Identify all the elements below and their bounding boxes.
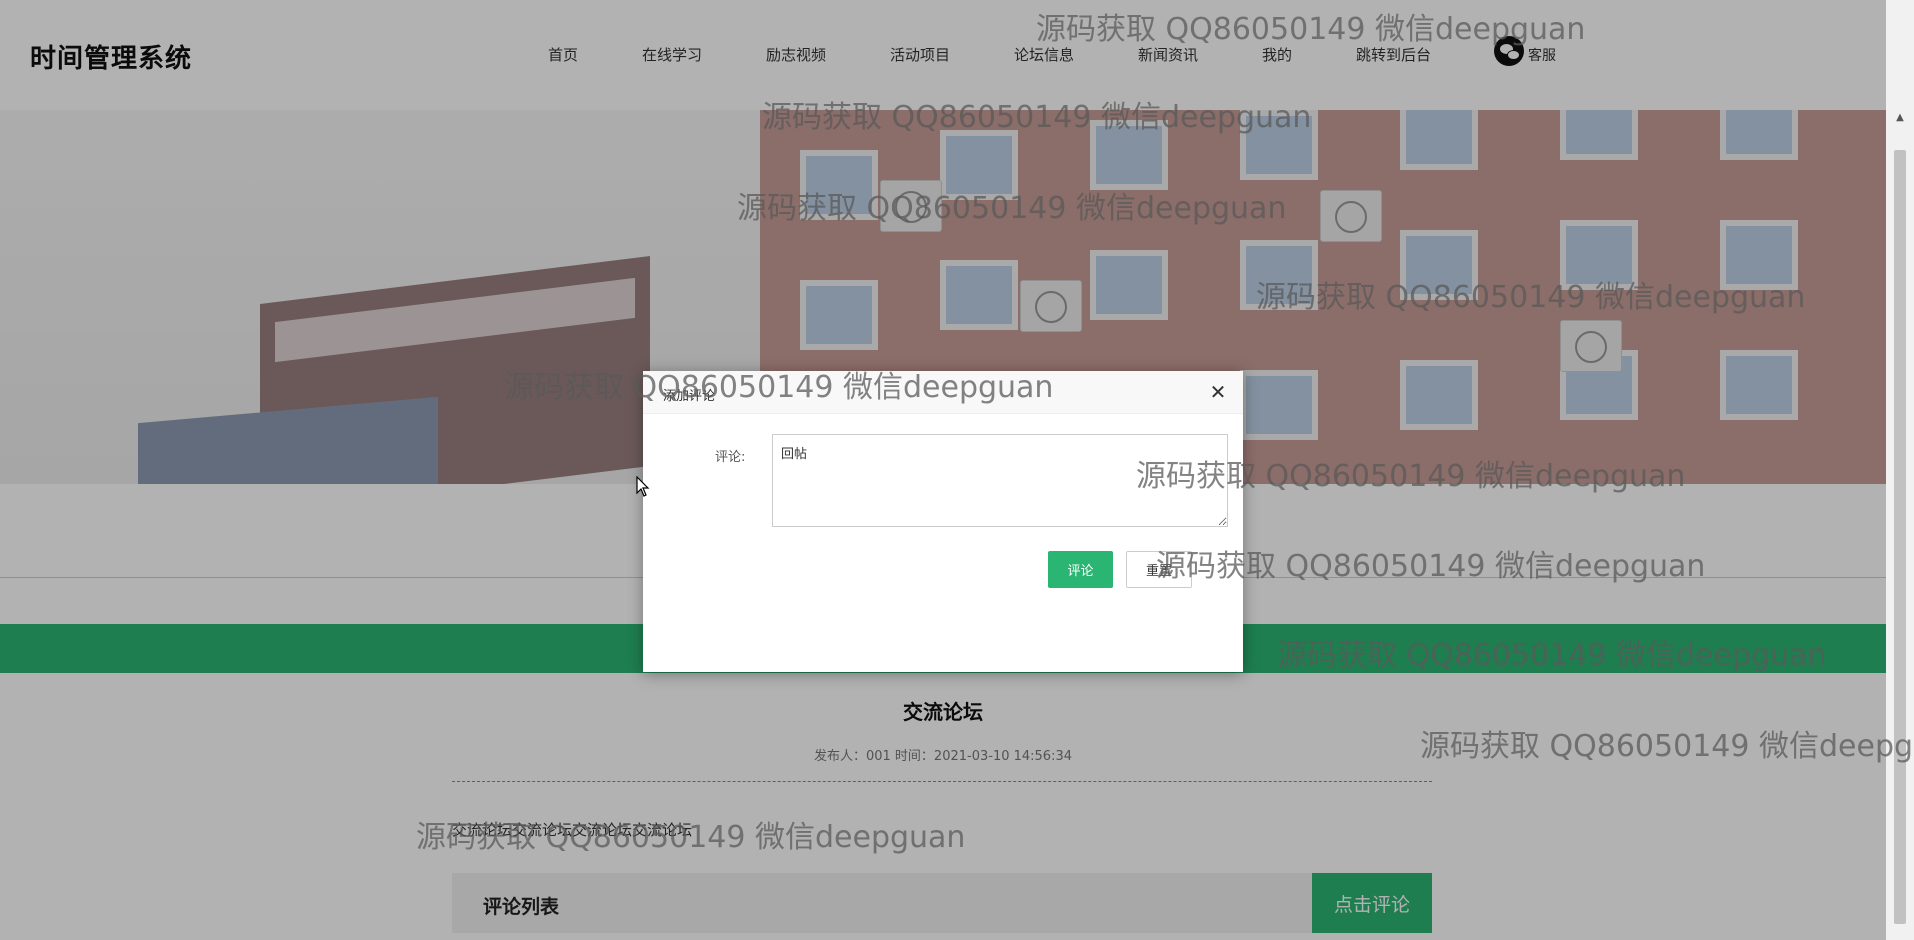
submit-comment-button[interactable]: 评论 bbox=[1048, 551, 1113, 588]
page-scrollbar[interactable]: ▲ bbox=[1886, 0, 1914, 940]
scrollbar-thumb[interactable] bbox=[1894, 150, 1906, 924]
dialog-title: 添加评论 bbox=[663, 389, 716, 404]
comment-textarea[interactable]: 回帖 bbox=[772, 434, 1228, 527]
comment-field-label: 评论: bbox=[715, 450, 746, 465]
add-comment-dialog: 添加评论 ✕ 评论: 回帖 评论 重置 bbox=[643, 371, 1243, 672]
close-icon[interactable]: ✕ bbox=[1205, 379, 1231, 405]
dialog-header: 添加评论 ✕ bbox=[643, 371, 1243, 414]
mouse-cursor-icon bbox=[636, 476, 650, 497]
scroll-up-arrow-icon[interactable]: ▲ bbox=[1886, 106, 1914, 130]
reset-button[interactable]: 重置 bbox=[1126, 551, 1192, 588]
